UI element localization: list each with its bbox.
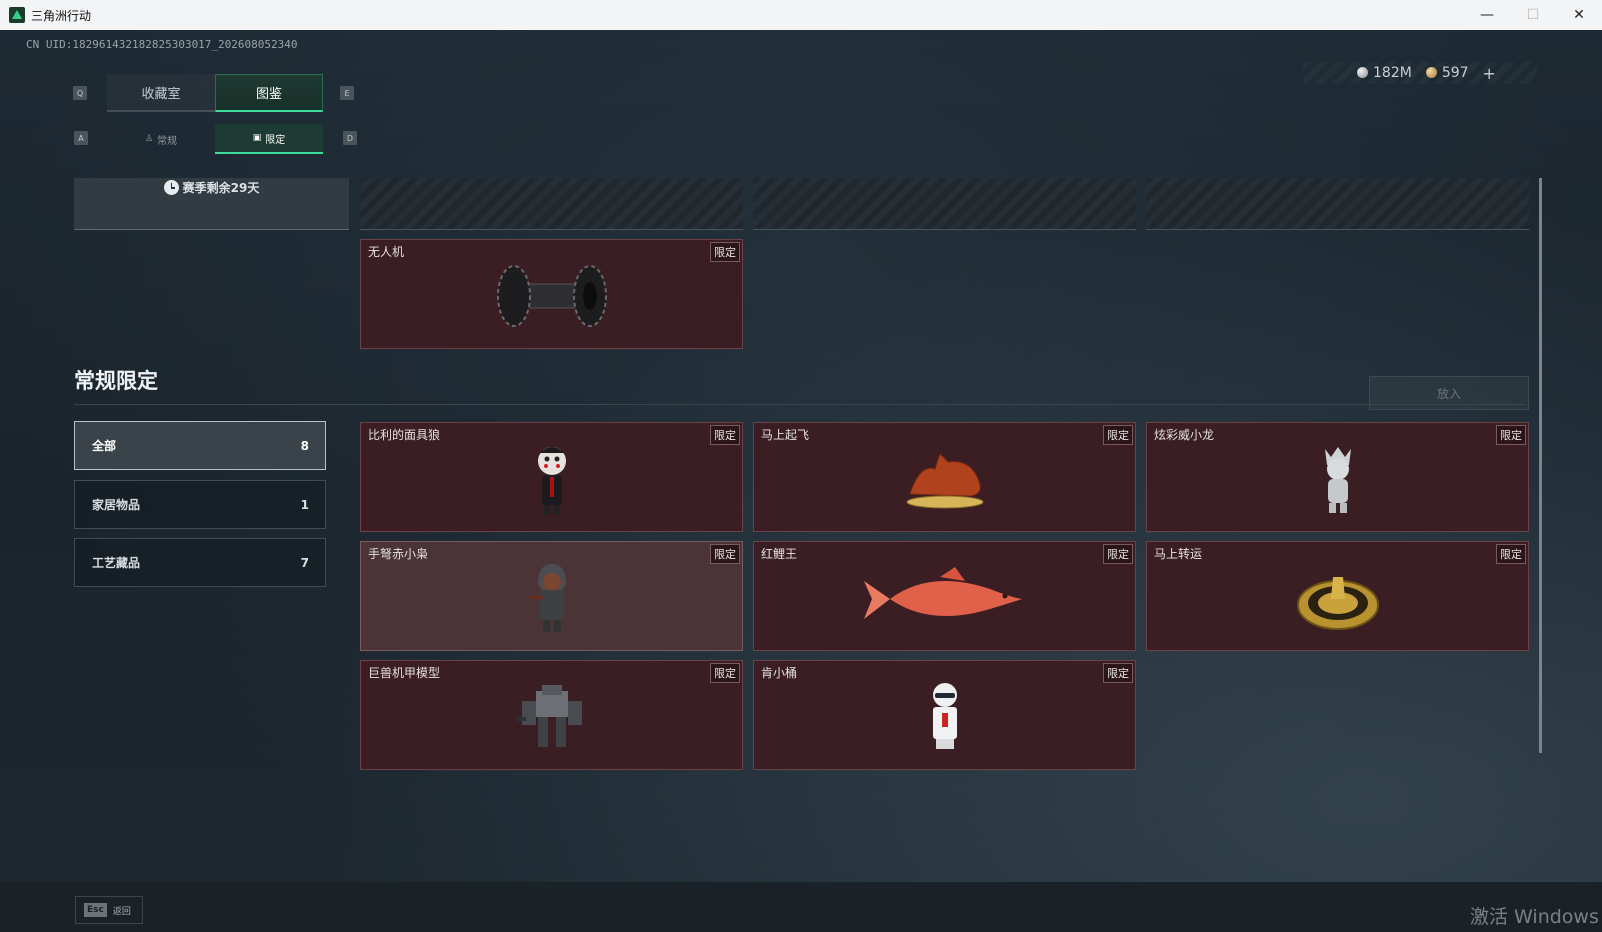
tab-collection-room[interactable]: 收藏室 (107, 74, 215, 112)
item-card[interactable]: 比利的面具狼 限定 (360, 422, 743, 532)
red-carp-icon (863, 567, 1022, 620)
back-button[interactable]: Esc 返回 (75, 896, 143, 924)
item-card[interactable]: 马上转运 限定 (1146, 541, 1529, 651)
item-name: 无人机 (368, 245, 405, 259)
window-titlebar: 三角洲行动 — ☐ ✕ (0, 0, 1602, 30)
tab-limited[interactable]: ▣ 限定 (215, 124, 323, 154)
filter-count: 1 (300, 497, 309, 512)
silver-currency: 182M (1357, 65, 1412, 81)
section-divider (74, 404, 1526, 405)
limited-badge: 限定 (1496, 425, 1526, 445)
gold-amount: 597 (1441, 65, 1469, 81)
bucket-figure-icon (932, 683, 957, 750)
minimize-button[interactable]: — (1464, 0, 1510, 30)
key-hint-a: A (74, 131, 88, 145)
game-screen: CN UID:182961432182825303017_20260805234… (0, 30, 1602, 932)
drone-roller-icon (496, 265, 607, 328)
item-name: 手弩赤小枭 (368, 547, 429, 561)
key-hint-d: D (343, 131, 357, 145)
puppet-figure-icon (537, 447, 566, 516)
empty-slot (1146, 178, 1529, 230)
item-name: 马上起飞 (761, 428, 810, 442)
item-card[interactable]: 红鲤王 限定 (753, 541, 1136, 651)
clock-icon (163, 180, 179, 195)
window-controls: — ☐ ✕ (1464, 0, 1602, 30)
filter-craft-collectibles[interactable]: 工艺藏品 7 (74, 538, 326, 587)
limited-badge: 限定 (710, 425, 740, 445)
figure-icon: ♙ (144, 134, 154, 144)
season-remaining: 赛季剩余29天 (182, 181, 260, 195)
secondary-tabs: ♙ 常规 ▣ 限定 (107, 124, 323, 154)
item-name: 炫彩威小龙 (1154, 428, 1215, 442)
back-label: 返回 (112, 906, 131, 917)
key-hint-q: Q (73, 86, 87, 100)
filter-label: 工艺藏品 (92, 556, 141, 570)
item-name: 马上转运 (1154, 547, 1203, 561)
gold-spinner-icon (1296, 577, 1379, 631)
filter-label: 家居物品 (92, 498, 141, 512)
tab-limited-label: 限定 (265, 134, 286, 146)
silver-coin-icon (1357, 67, 1368, 78)
silver-amount: 182M (1373, 65, 1412, 81)
app-logo-icon (9, 7, 25, 23)
bottom-bar (0, 882, 1602, 932)
picture-icon: ▣ (252, 133, 262, 143)
add-currency-button[interactable]: + (1483, 64, 1496, 83)
limited-badge: 限定 (710, 544, 740, 564)
item-name: 肯小桶 (761, 666, 798, 680)
gold-coin-icon (1425, 67, 1437, 78)
tab-catalog[interactable]: 图鉴 (215, 74, 323, 112)
gold-currency: 597 (1425, 65, 1469, 81)
limited-badge: 限定 (1103, 663, 1133, 683)
item-name: 红鲤王 (761, 547, 798, 561)
empty-slot (753, 178, 1136, 230)
season-banner: 赛季剩余29天 (74, 178, 349, 230)
mech-model-icon (515, 685, 582, 748)
filter-label: 全部 (92, 439, 117, 453)
dragon-figure-icon (1324, 447, 1351, 514)
window-title: 三角洲行动 (31, 8, 92, 23)
windows-activation-watermark: 激活 Windows (1470, 906, 1599, 928)
key-hint-e: E (340, 86, 354, 100)
item-card[interactable]: 手弩赤小枭 限定 (360, 541, 743, 651)
filter-count: 7 (300, 555, 309, 570)
item-card[interactable]: 巨兽机甲模型 限定 (360, 660, 743, 770)
filter-all[interactable]: 全部 8 (74, 421, 326, 470)
item-name: 巨兽机甲模型 (368, 666, 441, 680)
esc-key-hint: Esc (84, 903, 107, 917)
tab-regular[interactable]: ♙ 常规 (107, 124, 215, 154)
close-button[interactable]: ✕ (1556, 0, 1602, 30)
limited-badge: 限定 (710, 663, 740, 683)
item-name: 比利的面具狼 (368, 428, 441, 442)
horse-sculpture-icon (906, 453, 983, 509)
maximize-button[interactable]: ☐ (1510, 0, 1556, 30)
filter-count: 8 (300, 438, 309, 453)
item-card[interactable]: 肯小桶 限定 (753, 660, 1136, 770)
item-card-drone[interactable]: 无人机 限定 (360, 239, 743, 349)
limited-badge: 限定 (1103, 425, 1133, 445)
hooded-figure-icon (529, 564, 566, 633)
limited-badge: 限定 (1103, 544, 1133, 564)
primary-tabs: 收藏室 图鉴 (107, 74, 323, 112)
empty-slot (360, 178, 743, 230)
item-card[interactable]: 马上起飞 限定 (753, 422, 1136, 532)
scrollbar-thumb[interactable] (1539, 178, 1542, 753)
currency-bar: 182M 597 + (1303, 62, 1537, 84)
tab-regular-label: 常规 (157, 135, 178, 147)
filter-home-items[interactable]: 家居物品 1 (74, 480, 326, 529)
item-card[interactable]: 炫彩威小龙 限定 (1146, 422, 1529, 532)
player-uid: CN UID:182961432182825303017_20260805234… (26, 38, 298, 51)
limited-badge: 限定 (710, 242, 740, 262)
limited-badge: 限定 (1496, 544, 1526, 564)
section-title: 常规限定 (74, 369, 158, 393)
